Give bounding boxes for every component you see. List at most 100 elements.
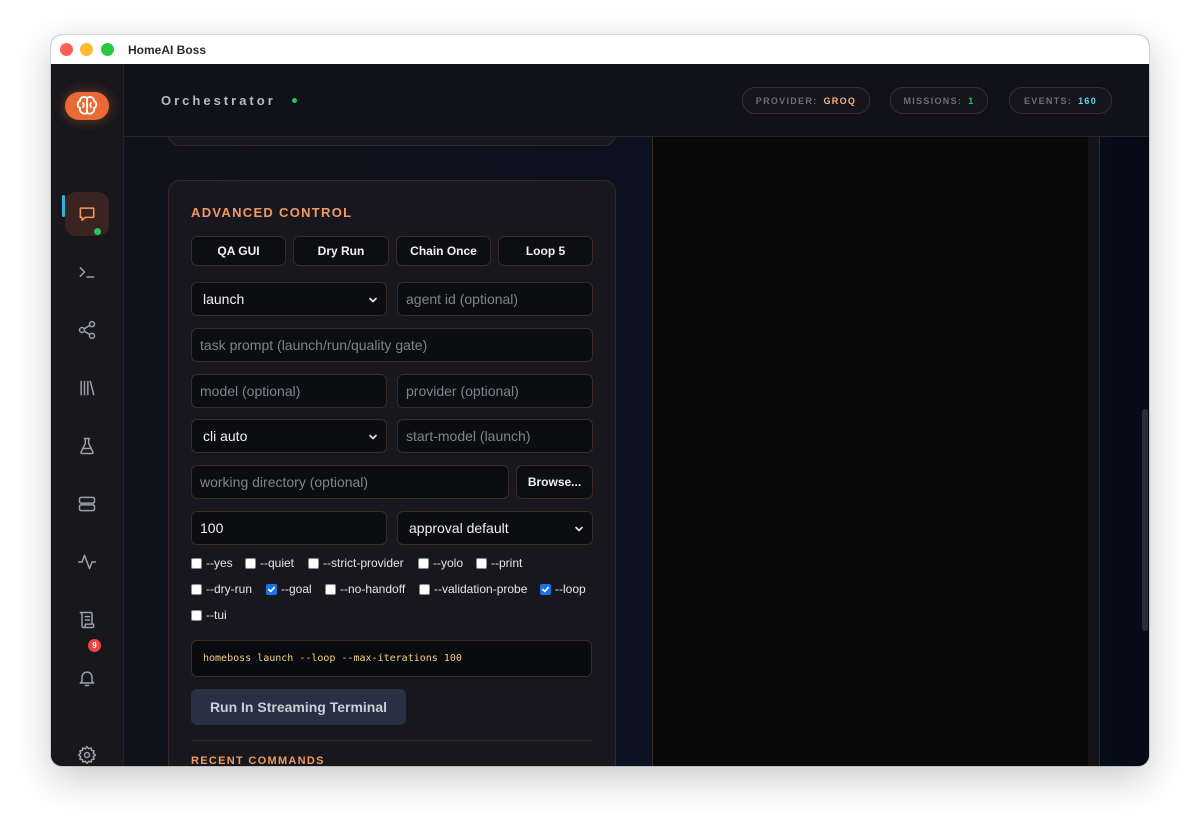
notification-badge: 9: [88, 639, 101, 652]
approval-select[interactable]: approval default: [397, 511, 593, 545]
main-scrollbar[interactable]: [1142, 409, 1148, 631]
provider-label: PROVIDER:: [755, 95, 818, 106]
model-input[interactable]: [191, 374, 387, 408]
main-content: ADVANCED CONTROL QA GUI Dry Run Chain On…: [124, 137, 1149, 766]
chevron-down-icon: [369, 434, 377, 440]
gear-icon: [77, 745, 97, 765]
checkbox-box[interactable]: [308, 557, 319, 569]
checkbox-box-checked[interactable]: [266, 583, 277, 595]
activity-icon: [77, 554, 97, 570]
flag-label: --goal: [281, 582, 312, 596]
flag-label: --tui: [206, 608, 227, 622]
chevron-down-icon: [369, 297, 377, 303]
action-select[interactable]: launch: [191, 282, 387, 316]
cli-select[interactable]: cli auto: [191, 419, 387, 453]
flag-tui-checkbox[interactable]: --tui: [191, 607, 227, 623]
title-bar: HomeAI Boss: [51, 35, 1149, 65]
chain-once-button[interactable]: Chain Once: [396, 236, 491, 266]
checkbox-box[interactable]: [325, 583, 336, 595]
flag-dry-run-checkbox[interactable]: --dry-run: [191, 581, 252, 597]
checkbox-box[interactable]: [191, 557, 202, 569]
flag-label: --loop: [555, 582, 586, 596]
nav-settings[interactable]: [65, 733, 109, 766]
page-title: Orchestrator: [161, 93, 276, 108]
brain-logo-icon[interactable]: [65, 92, 109, 120]
flag-no-handoff-checkbox[interactable]: --no-handoff: [325, 581, 405, 597]
zoom-window-button[interactable]: [101, 43, 114, 56]
scroll-icon: [79, 611, 95, 629]
checkbox-box[interactable]: [245, 557, 256, 569]
checkmark-icon: [267, 586, 276, 592]
events-label: EVENTS:: [1023, 95, 1073, 106]
approval-select-value: approval default: [409, 520, 509, 536]
checkbox-box[interactable]: [419, 583, 430, 595]
nav-library[interactable]: [65, 366, 109, 410]
flag-yolo-checkbox[interactable]: --yolo: [418, 555, 463, 571]
flag-loop-checkbox[interactable]: --loop: [540, 581, 586, 597]
close-window-button[interactable]: [60, 43, 73, 56]
flag-validation-probe-checkbox[interactable]: --validation-probe: [419, 581, 527, 597]
checkbox-box[interactable]: [191, 583, 202, 595]
terminal-output-panel: [652, 137, 1100, 766]
task-prompt-input[interactable]: [191, 328, 593, 362]
flask-icon: [80, 437, 94, 455]
flag-strict-provider-checkbox[interactable]: --strict-provider: [308, 555, 404, 571]
flag-label: --quiet: [260, 556, 295, 570]
nav-terminal[interactable]: [65, 250, 109, 294]
flag-print-checkbox[interactable]: --print: [476, 555, 522, 571]
dry-run-button[interactable]: Dry Run: [293, 236, 389, 266]
provider-input[interactable]: [397, 374, 593, 408]
flag-goal-checkbox[interactable]: --goal: [266, 581, 312, 597]
checkbox-box[interactable]: [418, 557, 429, 569]
terminal-icon: [79, 267, 95, 278]
nav-lab[interactable]: [65, 424, 109, 468]
missions-pill: MISSIONS: 1: [890, 87, 988, 114]
section-divider: [191, 740, 592, 741]
bell-icon: [79, 671, 95, 687]
checkmark-icon: [541, 586, 550, 592]
nav-notifications[interactable]: [65, 656, 109, 700]
flag-label: --yes: [206, 556, 233, 570]
flag-label: --no-handoff: [340, 582, 406, 596]
events-pill: EVENTS: 160: [1009, 87, 1112, 114]
flag-yes-checkbox[interactable]: --yes: [191, 555, 233, 571]
flag-label: --strict-provider: [323, 556, 404, 570]
missions-label: MISSIONS:: [903, 95, 963, 106]
run-streaming-terminal-button[interactable]: Run In Streaming Terminal: [191, 689, 406, 725]
cli-select-value: cli auto: [203, 428, 248, 444]
loop-5-button[interactable]: Loop 5: [498, 236, 593, 266]
max-iterations-input[interactable]: [191, 511, 387, 545]
chevron-down-icon: [575, 526, 583, 532]
agent-id-input[interactable]: [397, 282, 593, 316]
nav-servers[interactable]: [65, 482, 109, 526]
checkbox-box[interactable]: [476, 557, 487, 569]
events-value: 160: [1078, 95, 1098, 106]
advanced-control-card: ADVANCED CONTROL QA GUI Dry Run Chain On…: [168, 180, 616, 766]
minimize-window-button[interactable]: [80, 43, 93, 56]
library-icon: [80, 380, 95, 396]
command-preview: homeboss launch --loop --max-iterations …: [191, 640, 592, 677]
checkbox-box[interactable]: [191, 609, 202, 621]
nav-logs[interactable]: [65, 598, 109, 642]
qa-gui-button[interactable]: QA GUI: [191, 236, 286, 266]
working-directory-input[interactable]: [191, 465, 509, 499]
chat-icon: [79, 207, 95, 221]
app-window: HomeAI Boss 9 Orchestrator PROVIDER: GRO…: [51, 35, 1149, 766]
top-bar: Orchestrator PROVIDER: GROQ MISSIONS: 1 …: [124, 64, 1149, 137]
advanced-control-title: ADVANCED CONTROL: [191, 205, 353, 220]
flag-label: --print: [491, 556, 523, 570]
browse-button[interactable]: Browse...: [516, 465, 593, 499]
window-title: HomeAI Boss: [128, 43, 207, 57]
nav-activity[interactable]: [65, 540, 109, 584]
flag-quiet-checkbox[interactable]: --quiet: [245, 555, 294, 571]
missions-value: 1: [968, 95, 975, 106]
provider-pill: PROVIDER: GROQ: [742, 87, 870, 114]
nav-share[interactable]: [65, 308, 109, 352]
checkbox-box-checked[interactable]: [540, 583, 551, 595]
start-model-input[interactable]: [397, 419, 593, 453]
action-select-value: launch: [203, 291, 245, 307]
terminal-status-dot: [94, 228, 101, 235]
panel-scroll-track: [1088, 137, 1099, 766]
sidebar: 9: [51, 64, 124, 766]
nav-chat[interactable]: [65, 192, 109, 236]
